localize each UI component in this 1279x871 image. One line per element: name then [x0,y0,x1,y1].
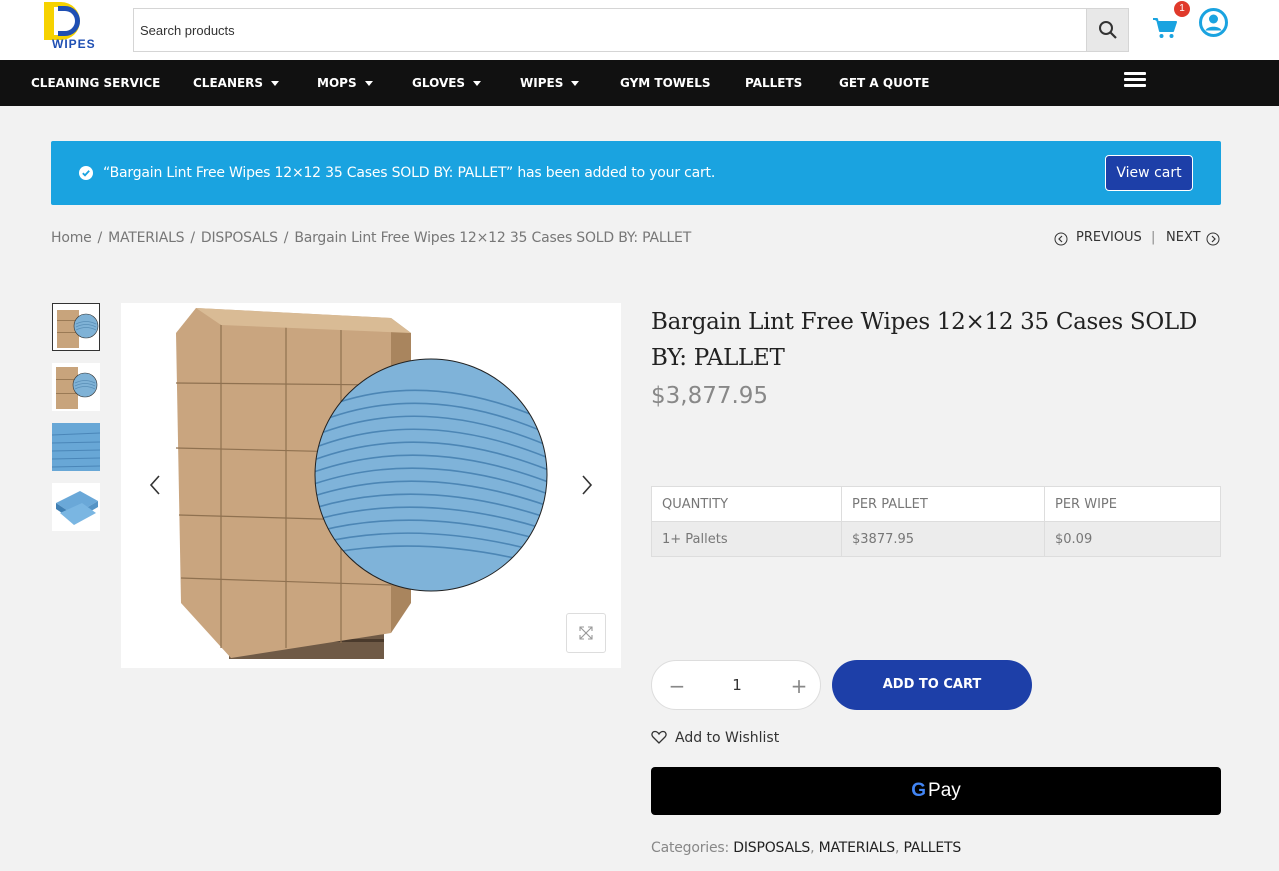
caret-down-icon [571,81,580,86]
nav-item-pallets[interactable]: PALLETS [745,60,802,106]
product-thumbnail[interactable] [52,363,100,411]
view-cart-button[interactable]: View cart [1105,155,1193,191]
product-thumbnail[interactable] [52,303,100,351]
added-to-cart-notice: “Bargain Lint Free Wipes 12×12 35 Cases … [51,141,1221,205]
blue-wipes-stack-image [52,423,100,471]
main-nav: CLEANING SERVICE CLEANERS MOPS GLOVES WI… [0,60,1279,106]
add-to-wishlist-link[interactable]: Add to Wishlist [651,730,779,746]
nav-item-mops[interactable]: MOPS [317,60,373,106]
site-header: WIPES 1 [0,0,1279,60]
nav-item-gym-towels[interactable]: GYM TOWELS [620,60,711,106]
pagination-separator: | [1151,230,1156,245]
previous-link[interactable]: PREVIOUS [1076,230,1142,245]
logo-text: WIPES [52,37,96,51]
chevron-right-circle-icon[interactable] [1206,232,1220,246]
product-thumbnail[interactable] [52,483,100,531]
account-icon[interactable] [1199,8,1228,37]
chevron-left-icon[interactable] [148,474,162,496]
site-logo[interactable]: WIPES [44,2,102,51]
category-link-materials[interactable]: MATERIALS [819,840,895,856]
table-cell: $3877.95 [841,521,1045,557]
breadcrumb-separator: / [190,230,195,246]
increase-quantity-button[interactable]: + [786,673,812,699]
menu-icon-bar [1124,78,1146,81]
pallet-wipes-thumbnail-image [57,310,99,348]
nav-item-cleaning-service[interactable]: CLEANING SERVICE [31,60,160,106]
pallet-of-boxes-with-blue-wipes-image [175,308,548,659]
caret-down-icon [364,81,373,86]
table-header-row: QUANTITY PER PALLET PER WIPE [651,486,1221,522]
table-header: QUANTITY [651,486,842,522]
nav-label: CLEANERS [193,76,264,90]
categories-label: Categories: [651,840,729,856]
quantity-stepper: − 1 + [651,660,821,710]
search-icon [1098,21,1117,39]
check-circle-icon [79,166,93,180]
category-link-pallets[interactable]: PALLETS [903,840,961,856]
wishlist-label: Add to Wishlist [675,730,780,746]
nav-label: GLOVES [412,76,466,90]
nav-label: GET A QUOTE [839,76,930,90]
menu-icon[interactable] [1124,72,1146,88]
breadcrumb: Home / MATERIALS / DISPOSALS / Bargain Lint Fr… [51,230,691,246]
breadcrumb-home[interactable]: Home [51,230,92,246]
product-thumbnail[interactable] [52,423,100,471]
category-link-disposals[interactable]: DISPOSALS [733,840,810,856]
table-header: PER WIPE [1044,486,1221,522]
nav-label: WIPES [520,76,564,90]
notice-message: “Bargain Lint Free Wipes 12×12 35 Cases … [103,165,716,181]
search-bar [133,8,1129,52]
product-categories: Categories: DISPOSALS, MATERIALS, PALLET… [651,840,962,856]
nav-label: MOPS [317,76,357,90]
breadcrumb-separator: / [283,230,289,246]
heart-icon [651,730,667,744]
chevron-left-circle-icon[interactable] [1054,232,1068,246]
blue-wipes-folded-image [56,491,98,525]
menu-icon-bar [1124,84,1146,87]
nav-label: PALLETS [745,76,803,90]
cart-count-badge: 1 [1174,1,1190,17]
cart-icon[interactable] [1152,16,1178,40]
product-price: $3,877.95 [651,383,769,409]
product-title: Bargain Lint Free Wipes 12×12 35 Cases S… [651,309,1198,371]
menu-icon-bar [1124,72,1146,75]
nav-label: GYM TOWELS [620,76,711,90]
breadcrumb-materials[interactable]: MATERIALS [108,230,184,246]
breadcrumb-disposals[interactable]: DISPOSALS [201,230,278,246]
caret-down-icon [473,81,482,86]
decrease-quantity-button[interactable]: − [664,673,690,699]
google-g-logo: G [911,780,927,801]
product-main-image[interactable] [121,303,621,668]
pricing-table: QUANTITY PER PALLET PER WIPE 1+ Pallets … [651,486,1221,557]
nav-label: CLEANING SERVICE [31,76,161,90]
breadcrumb-separator: / [97,230,103,246]
gpay-label: Pay [928,780,961,801]
add-to-cart-button[interactable]: ADD TO CART [832,660,1032,710]
nav-item-gloves[interactable]: GLOVES [412,60,482,106]
table-cell: $0.09 [1044,521,1221,557]
table-cell: 1+ Pallets [651,521,842,557]
google-pay-button[interactable]: G Pay [651,767,1221,815]
nav-item-wipes[interactable]: WIPES [520,60,580,106]
nav-item-get-a-quote[interactable]: GET A QUOTE [839,60,929,106]
caret-down-icon [271,81,280,86]
search-button[interactable] [1086,9,1128,51]
table-header: PER PALLET [841,486,1045,522]
table-row: 1+ Pallets $3877.95 $0.09 [651,521,1221,557]
search-input[interactable] [134,9,1087,51]
pallet-wipes-thumbnail-image [56,367,98,409]
quantity-input[interactable]: 1 [712,661,762,709]
expand-icon [579,626,593,640]
next-link[interactable]: NEXT [1166,230,1201,245]
breadcrumb-current: Bargain Lint Free Wipes 12×12 35 Cases S… [294,230,692,246]
chevron-right-icon[interactable] [580,474,594,496]
nav-item-cleaners[interactable]: CLEANERS [193,60,280,106]
zoom-button[interactable] [566,613,606,653]
